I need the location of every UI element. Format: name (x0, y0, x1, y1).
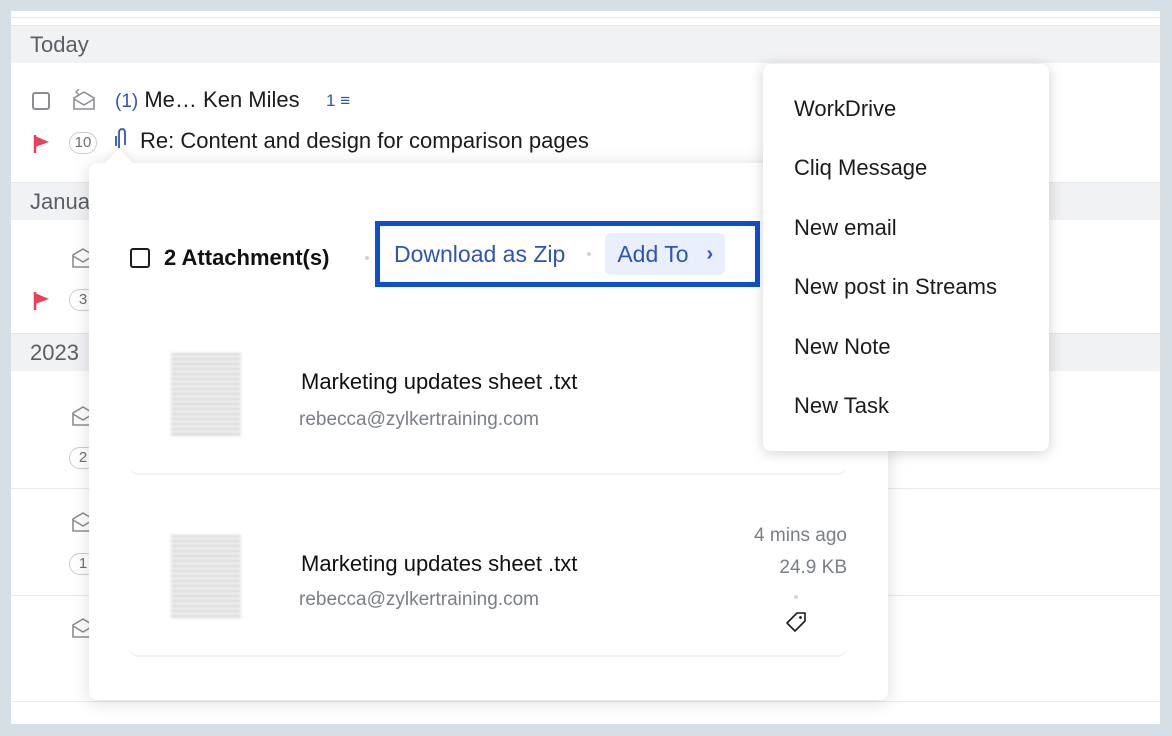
download-as-zip-button[interactable]: Download as Zip (394, 241, 565, 268)
separator-dot (587, 252, 592, 256)
menu-item-new-task[interactable]: New Task (763, 381, 1049, 431)
unread-count-badge: 10 (69, 132, 97, 154)
attachment-time: 4 mins ago (754, 525, 847, 546)
flag-icon[interactable] (33, 292, 49, 310)
message-checkbox[interactable] (32, 92, 50, 110)
add-to-label: Add To (617, 240, 689, 267)
thread-list-icon: ≡ (340, 91, 351, 110)
row-divider (11, 701, 1160, 702)
attachment-actions-highlight: Download as Zip Add To › (375, 221, 760, 287)
message-subject[interactable]: Re: Content and design for comparison pa… (140, 128, 589, 154)
flag-icon[interactable] (33, 135, 49, 153)
thread-number: (1) (115, 91, 139, 112)
menu-item-workdrive[interactable]: WorkDrive (763, 84, 1049, 134)
file-thumbnail (171, 535, 241, 619)
group-header-today: Today (11, 25, 1160, 63)
menu-item-new-email[interactable]: New email (763, 203, 1049, 253)
thread-count-label: 1 (326, 91, 336, 110)
attachment-sender: rebecca@zylkertraining.com (299, 409, 539, 430)
popover-arrow (104, 148, 134, 178)
message-sender[interactable]: (1) Me… Ken Miles (115, 87, 300, 113)
attachment-size: 24.9 KB (779, 557, 847, 578)
attachments-header: 2 Attachment(s) (130, 243, 329, 273)
mail-list-pane: Today (1) Me… Ken Miles 1 ≡ 10 Re: Conte… (11, 11, 1160, 724)
separator-dot (794, 595, 798, 599)
attachment-icon[interactable] (115, 128, 129, 150)
thread-count[interactable]: 1 ≡ (326, 91, 350, 111)
separator-dot (365, 256, 369, 260)
divider (11, 17, 1160, 18)
attachment-filename[interactable]: Marketing updates sheet .txt (301, 551, 577, 577)
tag-icon[interactable] (785, 611, 807, 633)
attachment-item[interactable]: Marketing updates sheet .txt rebecca@zyl… (129, 323, 847, 475)
menu-item-new-note[interactable]: New Note (763, 322, 1049, 372)
attachment-item[interactable]: Marketing updates sheet .txt rebecca@zyl… (129, 505, 847, 657)
attachment-sender: rebecca@zylkertraining.com (299, 589, 539, 610)
select-all-attachments-checkbox[interactable] (130, 248, 150, 268)
add-to-button[interactable]: Add To › (605, 233, 726, 275)
sender-name: Me… Ken Miles (144, 87, 300, 112)
attachment-filename[interactable]: Marketing updates sheet .txt (301, 369, 577, 395)
chevron-right-icon: › (706, 242, 714, 265)
file-thumbnail (171, 353, 241, 437)
menu-item-cliq-message[interactable]: Cliq Message (763, 143, 1049, 193)
attachments-count-title: 2 Attachment(s) (164, 245, 330, 270)
replied-envelope-icon (73, 89, 95, 110)
add-to-menu: WorkDrive Cliq Message New email New pos… (763, 64, 1049, 451)
menu-item-new-post-in-streams[interactable]: New post in Streams (763, 262, 1049, 312)
